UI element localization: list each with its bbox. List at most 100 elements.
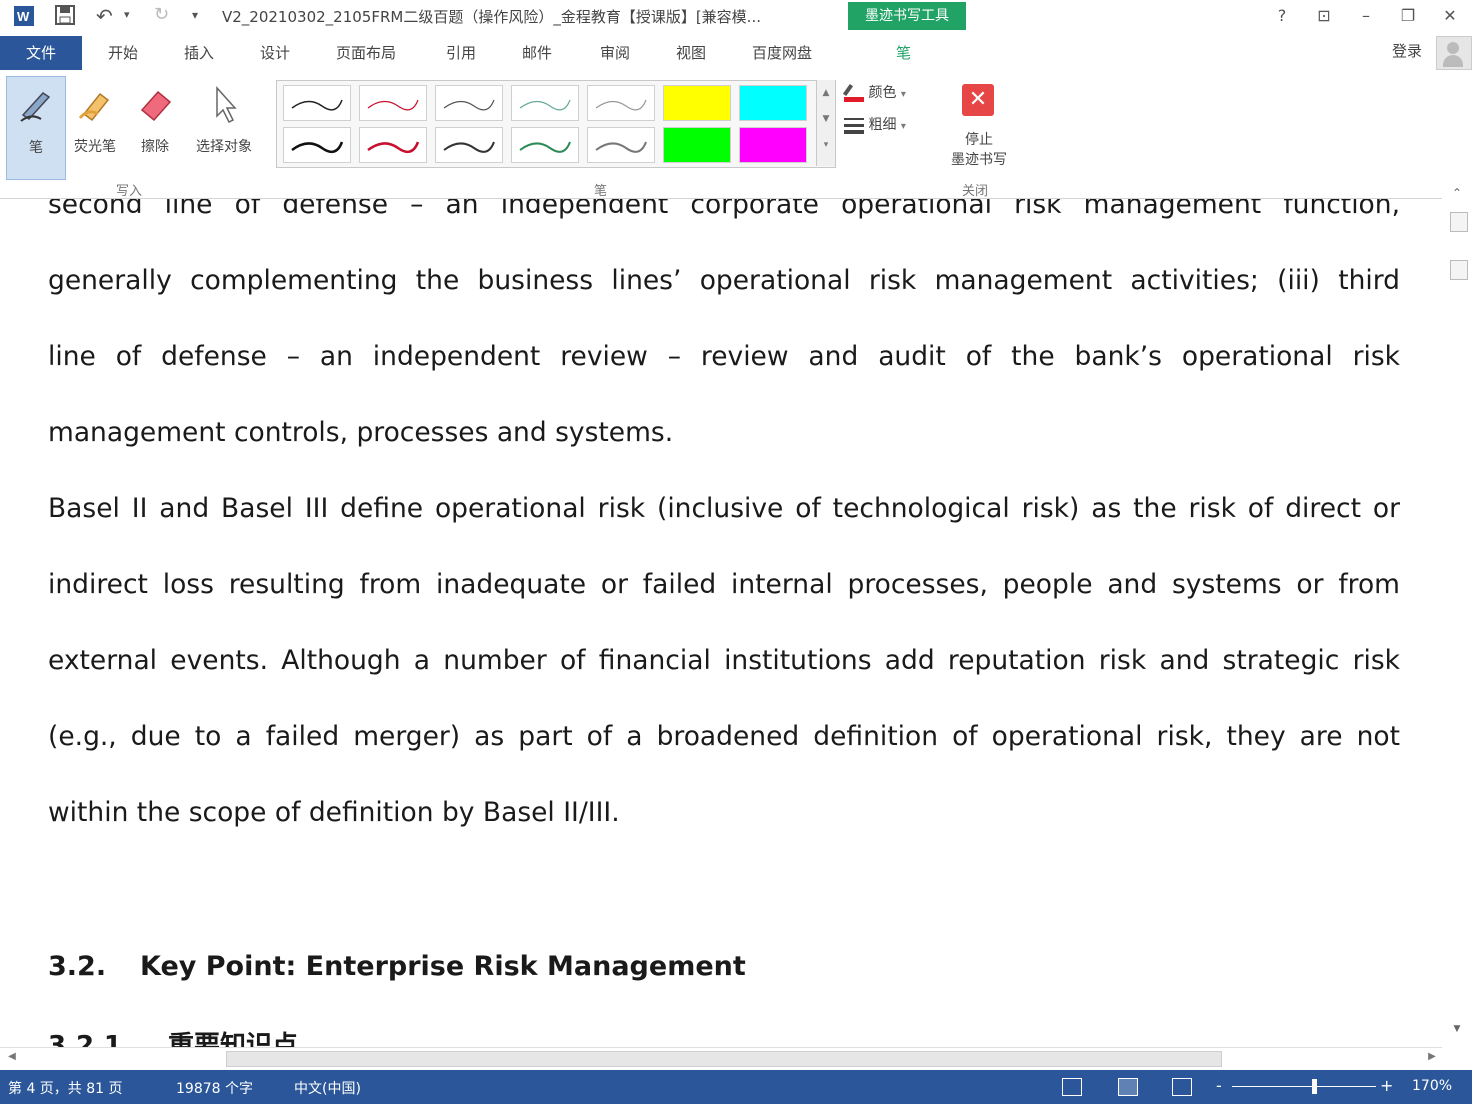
highlighter-button[interactable]: 荧光笔 (68, 76, 122, 178)
title-bar: W ↶ ▾ ↻ ▾ V2_20210302_2105FRM二级百题（操作风险）_… (0, 0, 1472, 34)
scroll-left-icon[interactable]: ◀ (4, 1051, 20, 1067)
section-heading-number: 3.2. (48, 951, 107, 982)
highlighter-icon (76, 84, 114, 124)
vertical-scroll-thumb[interactable] (1450, 260, 1468, 280)
customize-qat-icon[interactable]: ▾ (192, 8, 206, 32)
pen-icon (17, 85, 55, 125)
color-icon (842, 83, 864, 102)
close-button[interactable]: ✕ (1434, 4, 1466, 28)
pen-swatch-red-thin[interactable] (359, 85, 427, 121)
zoom-out-button[interactable]: - (1216, 1076, 1222, 1095)
status-bar: 第 4 页，共 81 页 19878 个字 中文(中国) - + 170% (0, 1070, 1472, 1104)
pen-weight-dropdown[interactable]: 粗细 ▾ (844, 114, 906, 134)
pen-swatch-gray-thin[interactable] (435, 85, 503, 121)
document-line: Basel II and Basel III define operationa… (48, 493, 1400, 524)
pen-swatch-black-thick[interactable] (283, 127, 351, 163)
stop-inking-label: 停止 墨迹书写 (938, 130, 1020, 170)
scroll-up-icon[interactable] (1450, 212, 1468, 232)
read-mode-icon[interactable] (1062, 1078, 1082, 1096)
word-count[interactable]: 19878 个字 (176, 1078, 253, 1098)
stop-inking-label-line2: 墨迹书写 (951, 152, 1007, 168)
pen-color-dropdown[interactable]: 颜色 ▾ (842, 82, 906, 102)
color-label: 颜色 (868, 85, 897, 101)
document-line: (e.g., due to a failed merger) as part o… (48, 721, 1400, 752)
highlighter-swatch-magenta[interactable] (739, 127, 807, 163)
pen-style-gallery (276, 80, 836, 168)
zoom-level[interactable]: 170% (1412, 1078, 1452, 1094)
tab-review[interactable]: 审阅 (600, 42, 630, 63)
page-count[interactable]: 第 4 页，共 81 页 (8, 1078, 123, 1098)
web-layout-icon[interactable] (1172, 1078, 1192, 1096)
chevron-down-icon: ▾ (900, 89, 906, 100)
minimize-button[interactable]: – (1350, 4, 1382, 28)
sign-in-link[interactable]: 登录 (1392, 40, 1422, 61)
tab-view[interactable]: 视图 (676, 42, 706, 63)
pen-swatch-green-thin[interactable] (511, 85, 579, 121)
subsection-heading-text: 重要知识点 (168, 1031, 299, 1047)
tab-baidu-netdisk[interactable]: 百度网盘 (752, 42, 812, 63)
tab-references[interactable]: 引用 (446, 42, 476, 63)
tab-file[interactable]: 文件 (0, 36, 82, 70)
gallery-scroll-buttons[interactable]: ▲ ▼ ▾ (816, 80, 835, 166)
highlighter-swatch-lime[interactable] (663, 127, 731, 163)
weight-label: 粗细 (868, 117, 897, 133)
line-weight-icon (844, 116, 864, 134)
document-page[interactable]: second line of defense – an independent … (0, 199, 1442, 1047)
tab-home[interactable]: 开始 (108, 42, 138, 63)
pen-label: 笔 (29, 140, 43, 156)
zoom-in-button[interactable]: + (1380, 1076, 1393, 1095)
pen-swatch-green-thick[interactable] (511, 127, 579, 163)
pen-swatch-red-thick[interactable] (359, 127, 427, 163)
stop-inking-button[interactable]: ✕ 停止 墨迹书写 (938, 78, 1020, 174)
ribbon-display-options-button[interactable]: ⊡ (1308, 4, 1340, 28)
zoom-slider-thumb[interactable] (1312, 1079, 1317, 1094)
tab-insert[interactable]: 插入 (184, 42, 214, 63)
pen-swatch-black-thin[interactable] (283, 85, 351, 121)
tab-page-layout[interactable]: 页面布局 (336, 42, 396, 63)
gallery-up-icon[interactable]: ▲ (817, 80, 835, 106)
select-objects-label: 选择对象 (196, 139, 252, 155)
scroll-right-icon[interactable]: ▶ (1424, 1051, 1440, 1067)
tab-mailings[interactable]: 邮件 (522, 42, 552, 63)
pen-button[interactable]: 笔 (6, 76, 66, 180)
pen-swatch-lightgray-thin[interactable] (587, 85, 655, 121)
avatar[interactable] (1436, 36, 1472, 70)
tab-design[interactable]: 设计 (260, 42, 290, 63)
save-icon[interactable] (54, 4, 78, 28)
highlighter-swatch-yellow[interactable] (663, 85, 731, 121)
eraser-button[interactable]: 擦除 (128, 76, 182, 178)
document-line: second line of defense – an independent … (48, 199, 1400, 220)
eraser-icon (136, 84, 174, 124)
zoom-slider[interactable] (1232, 1086, 1376, 1087)
close-icon: ✕ (962, 84, 994, 116)
undo-icon[interactable]: ↶ (96, 4, 120, 28)
vertical-scrollbar[interactable]: ⌃ ▼ (1442, 186, 1472, 1046)
highlighter-swatch-cyan[interactable] (739, 85, 807, 121)
highlighter-label: 荧光笔 (74, 139, 116, 155)
ribbon-tabs: 文件 开始 插入 设计 页面布局 引用 邮件 审阅 视图 百度网盘 笔 登录 (0, 34, 1472, 70)
chevron-down-icon: ▾ (900, 121, 906, 132)
document-line: indirect loss resulting from inadequate … (48, 569, 1400, 600)
horizontal-scrollbar[interactable]: ◀ ▶ (0, 1047, 1442, 1070)
subsection-heading-number: 3.2.1 (48, 1031, 123, 1047)
help-button[interactable]: ? (1266, 4, 1298, 28)
close-group-label: 关闭 (962, 184, 989, 199)
language-indicator[interactable]: 中文(中国) (294, 1078, 361, 1098)
scroll-down-icon[interactable]: ▼ (1448, 1024, 1466, 1042)
redo-icon[interactable]: ↻ (154, 4, 176, 28)
print-layout-icon[interactable] (1118, 1078, 1138, 1096)
word-app-icon[interactable]: W (12, 4, 38, 28)
pen-swatch-gray-thick[interactable] (435, 127, 503, 163)
restore-button[interactable]: ❐ (1392, 4, 1424, 28)
horizontal-scroll-thumb[interactable] (226, 1051, 1222, 1067)
gallery-down-icon[interactable]: ▼ (817, 106, 835, 132)
gallery-more-icon[interactable]: ▾ (817, 132, 835, 158)
pen-swatch-darkgray-thick[interactable] (587, 127, 655, 163)
collapse-ribbon-icon[interactable]: ⌃ (1448, 186, 1466, 204)
undo-dropdown-icon[interactable]: ▾ (124, 8, 136, 32)
cursor-icon (205, 84, 243, 124)
document-line: external events. Although a number of fi… (48, 645, 1400, 676)
select-objects-button[interactable]: 选择对象 (186, 76, 262, 178)
tab-pens[interactable]: 笔 (896, 42, 911, 63)
document-line: line of defense – an independent review … (48, 341, 1400, 372)
